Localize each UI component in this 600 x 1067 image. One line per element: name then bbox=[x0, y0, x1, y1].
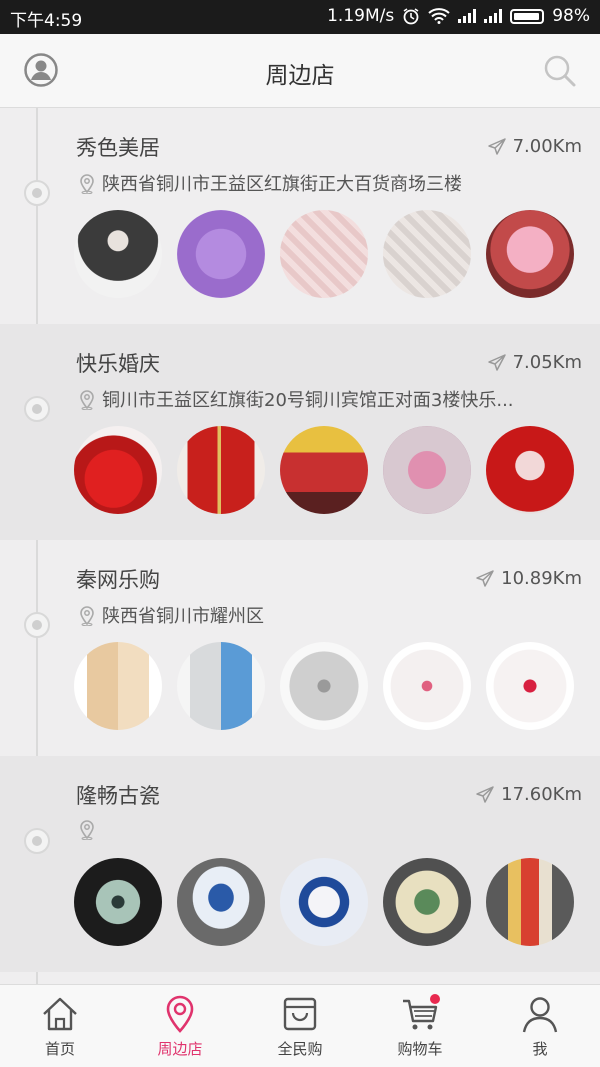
store-name[interactable]: 隆畅古瓷 bbox=[76, 780, 160, 810]
location-pin-icon bbox=[80, 174, 94, 194]
home-icon bbox=[43, 997, 77, 1031]
tab-nearby[interactable]: 周边店 bbox=[120, 985, 240, 1067]
store-address: 陕西省铜川市耀州区 bbox=[78, 602, 548, 628]
store-list[interactable]: 秀色美居 7.00Km 陕西省铜川市王益区红旗街正大百货商场三楼 快乐婚庆 7.… bbox=[0, 108, 600, 984]
product-thumb[interactable] bbox=[383, 858, 471, 946]
status-bar: 下午4:59 1.19M/s 98% bbox=[0, 0, 600, 34]
location-pin-icon bbox=[80, 390, 94, 410]
tab-group-buy[interactable]: 全民购 bbox=[240, 985, 360, 1067]
location-pin-icon bbox=[166, 995, 194, 1033]
product-thumbnails bbox=[74, 210, 574, 298]
store-address bbox=[78, 818, 548, 840]
wifi-icon bbox=[428, 8, 450, 24]
store-address: 铜川市王益区红旗街20号铜川宾馆正对面3楼快乐... bbox=[78, 386, 548, 412]
paper-plane-icon bbox=[476, 569, 494, 587]
timeline-dot bbox=[24, 828, 50, 854]
timeline-dot bbox=[24, 396, 50, 422]
product-thumbnails bbox=[74, 426, 574, 514]
signal-icon bbox=[458, 9, 477, 23]
product-thumb[interactable] bbox=[74, 426, 162, 514]
store-distance: 7.00Km bbox=[487, 136, 582, 157]
store-distance: 17.60Km bbox=[475, 784, 582, 805]
product-thumb[interactable] bbox=[74, 642, 162, 730]
battery-percent: 98% bbox=[552, 6, 590, 26]
store-card[interactable]: 快乐婚庆 7.05Km 铜川市王益区红旗街20号铜川宾馆正对面3楼快乐... bbox=[0, 324, 600, 540]
store-distance: 7.05Km bbox=[487, 352, 582, 373]
product-thumb[interactable] bbox=[74, 858, 162, 946]
location-pin-icon bbox=[80, 606, 94, 626]
product-thumbnails bbox=[74, 858, 574, 946]
product-thumb[interactable] bbox=[280, 210, 368, 298]
store-name[interactable]: 快乐婚庆 bbox=[76, 348, 160, 378]
product-thumb[interactable] bbox=[383, 210, 471, 298]
search-icon[interactable] bbox=[542, 53, 578, 89]
product-thumb[interactable] bbox=[383, 426, 471, 514]
product-thumb[interactable] bbox=[280, 858, 368, 946]
tab-cart[interactable]: 购物车 bbox=[360, 985, 480, 1067]
store-address: 陕西省铜川市王益区红旗街正大百货商场三楼 bbox=[78, 170, 548, 196]
paper-plane-icon bbox=[476, 785, 494, 803]
store-card[interactable]: 秦网乐购 10.89Km 陕西省铜川市耀州区 bbox=[0, 540, 600, 756]
product-thumb[interactable] bbox=[486, 210, 574, 298]
timeline-dot bbox=[24, 612, 50, 638]
status-time: 下午4:59 bbox=[10, 11, 83, 31]
store-name[interactable]: 秀色美居 bbox=[76, 132, 160, 162]
paper-plane-icon bbox=[487, 137, 506, 155]
battery-icon bbox=[510, 8, 545, 24]
product-thumb[interactable] bbox=[177, 426, 265, 514]
profile-icon bbox=[522, 997, 558, 1033]
alarm-icon bbox=[403, 8, 419, 25]
product-thumb[interactable] bbox=[486, 642, 574, 730]
product-thumb[interactable] bbox=[486, 858, 574, 946]
store-name[interactable]: 秦网乐购 bbox=[76, 564, 160, 594]
bottom-tab-bar: 首页 周边店 全民购 购物车 我 bbox=[0, 984, 600, 1067]
store-card[interactable]: 隆畅古瓷 17.60Km bbox=[0, 756, 600, 972]
product-thumb[interactable] bbox=[280, 426, 368, 514]
network-speed: 1.19M/s bbox=[327, 6, 395, 26]
store-card[interactable]: 秀色美居 7.00Km 陕西省铜川市王益区红旗街正大百货商场三楼 bbox=[0, 108, 600, 324]
shopping-bag-icon bbox=[283, 997, 317, 1031]
tab-home[interactable]: 首页 bbox=[0, 985, 120, 1067]
page-title: 周边店 bbox=[265, 63, 335, 89]
paper-plane-icon bbox=[487, 353, 506, 371]
product-thumb[interactable] bbox=[383, 642, 471, 730]
top-bar: 周边店 bbox=[0, 34, 600, 108]
product-thumb[interactable] bbox=[280, 642, 368, 730]
signal-icon-2 bbox=[484, 9, 503, 23]
timeline-dot bbox=[24, 180, 50, 206]
product-thumb[interactable] bbox=[177, 642, 265, 730]
product-thumb[interactable] bbox=[486, 426, 574, 514]
tab-me[interactable]: 我 bbox=[480, 985, 600, 1067]
cart-badge bbox=[430, 994, 440, 1004]
product-thumbnails bbox=[74, 642, 574, 730]
location-pin-icon bbox=[80, 820, 94, 840]
store-distance: 10.89Km bbox=[475, 568, 582, 589]
product-thumb[interactable] bbox=[177, 858, 265, 946]
product-thumb[interactable] bbox=[177, 210, 265, 298]
product-thumb[interactable] bbox=[74, 210, 162, 298]
